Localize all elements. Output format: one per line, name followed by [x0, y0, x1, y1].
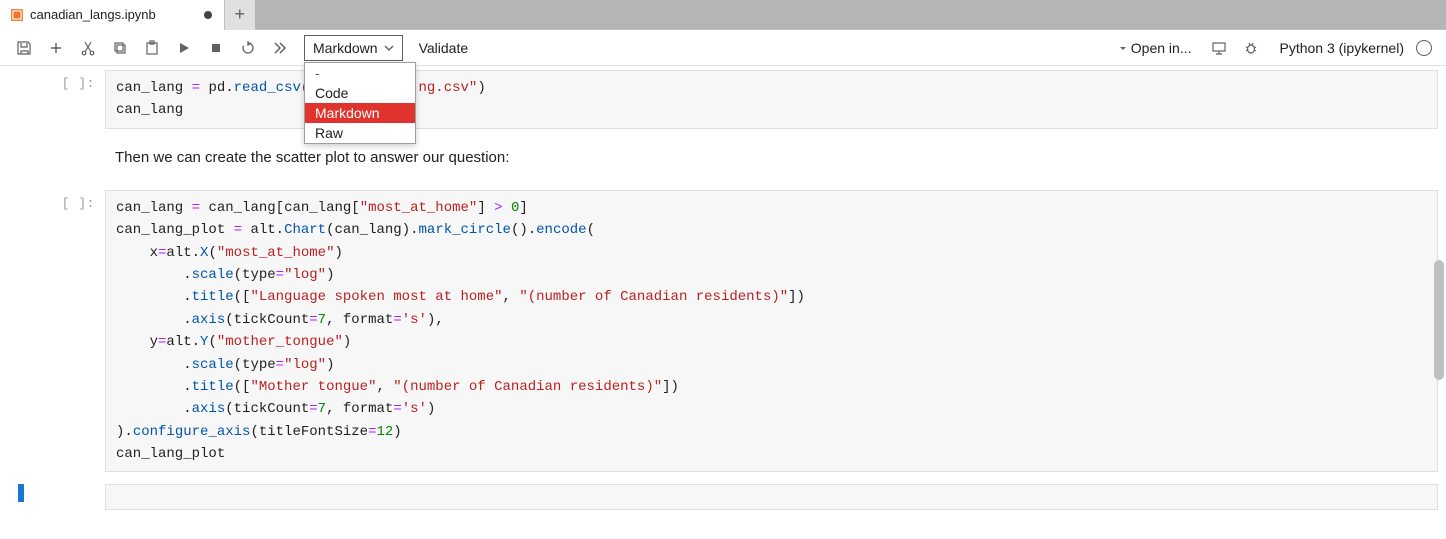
- tab-bar: canadian_langs.ipynb +: [0, 0, 1446, 30]
- caret-down-icon: [1119, 40, 1127, 56]
- cell-prompt: [ ]:: [0, 70, 105, 91]
- cell-type-label: Markdown: [313, 40, 378, 56]
- dropdown-item-raw[interactable]: Raw: [305, 123, 415, 143]
- paste-button[interactable]: [138, 34, 166, 62]
- code-cell[interactable]: [ ]: can_lang = pd.read_csv( ng.csv") ca…: [0, 70, 1446, 129]
- open-in-label: Open in...: [1131, 40, 1192, 56]
- cell-prompt: [0, 484, 105, 490]
- cell-type-select[interactable]: Markdown - Code Markdown Raw: [304, 35, 403, 61]
- presentation-icon[interactable]: [1205, 34, 1233, 62]
- kernel-status-icon[interactable]: [1416, 40, 1432, 56]
- insert-cell-button[interactable]: [42, 34, 70, 62]
- markdown-text: Then we can create the scatter plot to a…: [105, 143, 1438, 172]
- code-editor[interactable]: [105, 484, 1438, 510]
- run-all-button[interactable]: [266, 34, 294, 62]
- notebook-body: [ ]: can_lang = pd.read_csv( ng.csv") ca…: [0, 66, 1446, 510]
- active-cell[interactable]: [0, 484, 1446, 510]
- bug-icon[interactable]: [1237, 34, 1265, 62]
- save-button[interactable]: [10, 34, 38, 62]
- open-in-button[interactable]: Open in...: [1119, 40, 1192, 56]
- code-cell[interactable]: [ ]: can_lang = can_lang[can_lang["most_…: [0, 190, 1446, 473]
- scrollbar-thumb[interactable]: [1434, 260, 1444, 380]
- run-button[interactable]: [170, 34, 198, 62]
- markdown-cell[interactable]: Then we can create the scatter plot to a…: [0, 143, 1446, 172]
- dropdown-item-markdown[interactable]: Markdown: [305, 103, 415, 123]
- kernel-name[interactable]: Python 3 (ipykernel): [1279, 40, 1404, 56]
- active-cell-indicator: [18, 484, 24, 502]
- notebook-icon: [10, 8, 24, 22]
- copy-button[interactable]: [106, 34, 134, 62]
- validate-button[interactable]: Validate: [419, 40, 469, 56]
- chevron-down-icon: [384, 40, 394, 56]
- restart-button[interactable]: [234, 34, 262, 62]
- dropdown-item-dash[interactable]: -: [305, 63, 415, 83]
- unsaved-dot-icon: [202, 9, 214, 21]
- dropdown-item-code[interactable]: Code: [305, 83, 415, 103]
- cut-button[interactable]: [74, 34, 102, 62]
- add-tab-button[interactable]: +: [225, 0, 255, 30]
- interrupt-button[interactable]: [202, 34, 230, 62]
- cell-prompt: [0, 143, 105, 149]
- cell-type-dropdown: - Code Markdown Raw: [304, 62, 416, 144]
- tab-title: canadian_langs.ipynb: [30, 7, 156, 22]
- toolbar: Markdown - Code Markdown Raw Validate Op…: [0, 30, 1446, 66]
- cell-prompt: [ ]:: [0, 190, 105, 211]
- code-editor[interactable]: can_lang = can_lang[can_lang["most_at_ho…: [105, 190, 1438, 473]
- tab-notebook[interactable]: canadian_langs.ipynb: [0, 0, 225, 30]
